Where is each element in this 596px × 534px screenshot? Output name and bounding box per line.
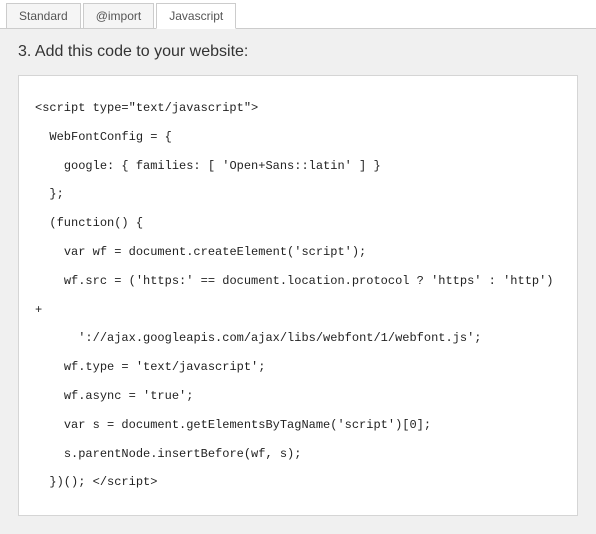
code-snippet[interactable]: <script type="text/javascript"> WebFontC… <box>18 75 578 516</box>
instruction-text: 3. Add this code to your website: <box>18 43 578 61</box>
tab-bar: Standard @import Javascript <box>0 0 596 28</box>
tab-standard[interactable]: Standard <box>6 3 81 29</box>
content-panel: 3. Add this code to your website: <scrip… <box>0 28 596 534</box>
tab-javascript[interactable]: Javascript <box>156 3 236 29</box>
tab-import[interactable]: @import <box>83 3 155 29</box>
